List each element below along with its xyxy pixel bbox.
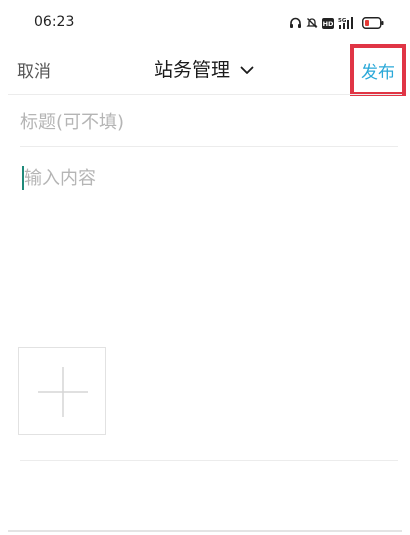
- add-image-button[interactable]: [18, 347, 106, 435]
- chevron-down-icon: [240, 58, 254, 80]
- text-caret: [22, 166, 24, 190]
- category-selector[interactable]: 站务管理: [154, 55, 254, 82]
- svg-text:HD: HD: [323, 20, 334, 28]
- post-editor-screen: 06:23 HD 5G 取消 站务管理 发布 标题(可不填) 输入内容: [0, 0, 410, 535]
- title-input[interactable]: [20, 104, 390, 140]
- cancel-button[interactable]: 取消: [17, 57, 51, 82]
- content-input[interactable]: [20, 164, 394, 324]
- publish-label: 发布: [361, 62, 395, 83]
- hd-icon: HD: [322, 14, 334, 33]
- title-divider: [20, 146, 398, 147]
- media-divider: [20, 460, 398, 461]
- bottom-divider: [8, 530, 402, 532]
- status-icons: HD 5G: [289, 14, 384, 33]
- nav-divider: [8, 94, 402, 95]
- publish-button[interactable]: 发布: [350, 44, 406, 96]
- 5g-signal-icon: 5G: [338, 14, 358, 33]
- plus-icon: [38, 367, 88, 417]
- status-bar: 06:23 HD 5G: [0, 0, 410, 44]
- nav-bar: 取消 站务管理 发布: [0, 44, 410, 96]
- page-title: 站务管理: [154, 59, 231, 81]
- headphones-icon: [289, 14, 302, 33]
- bell-mute-icon: [306, 14, 318, 33]
- battery-low-icon: [362, 14, 384, 33]
- svg-text:5G: 5G: [338, 18, 347, 24]
- status-time: 06:23: [34, 14, 75, 30]
